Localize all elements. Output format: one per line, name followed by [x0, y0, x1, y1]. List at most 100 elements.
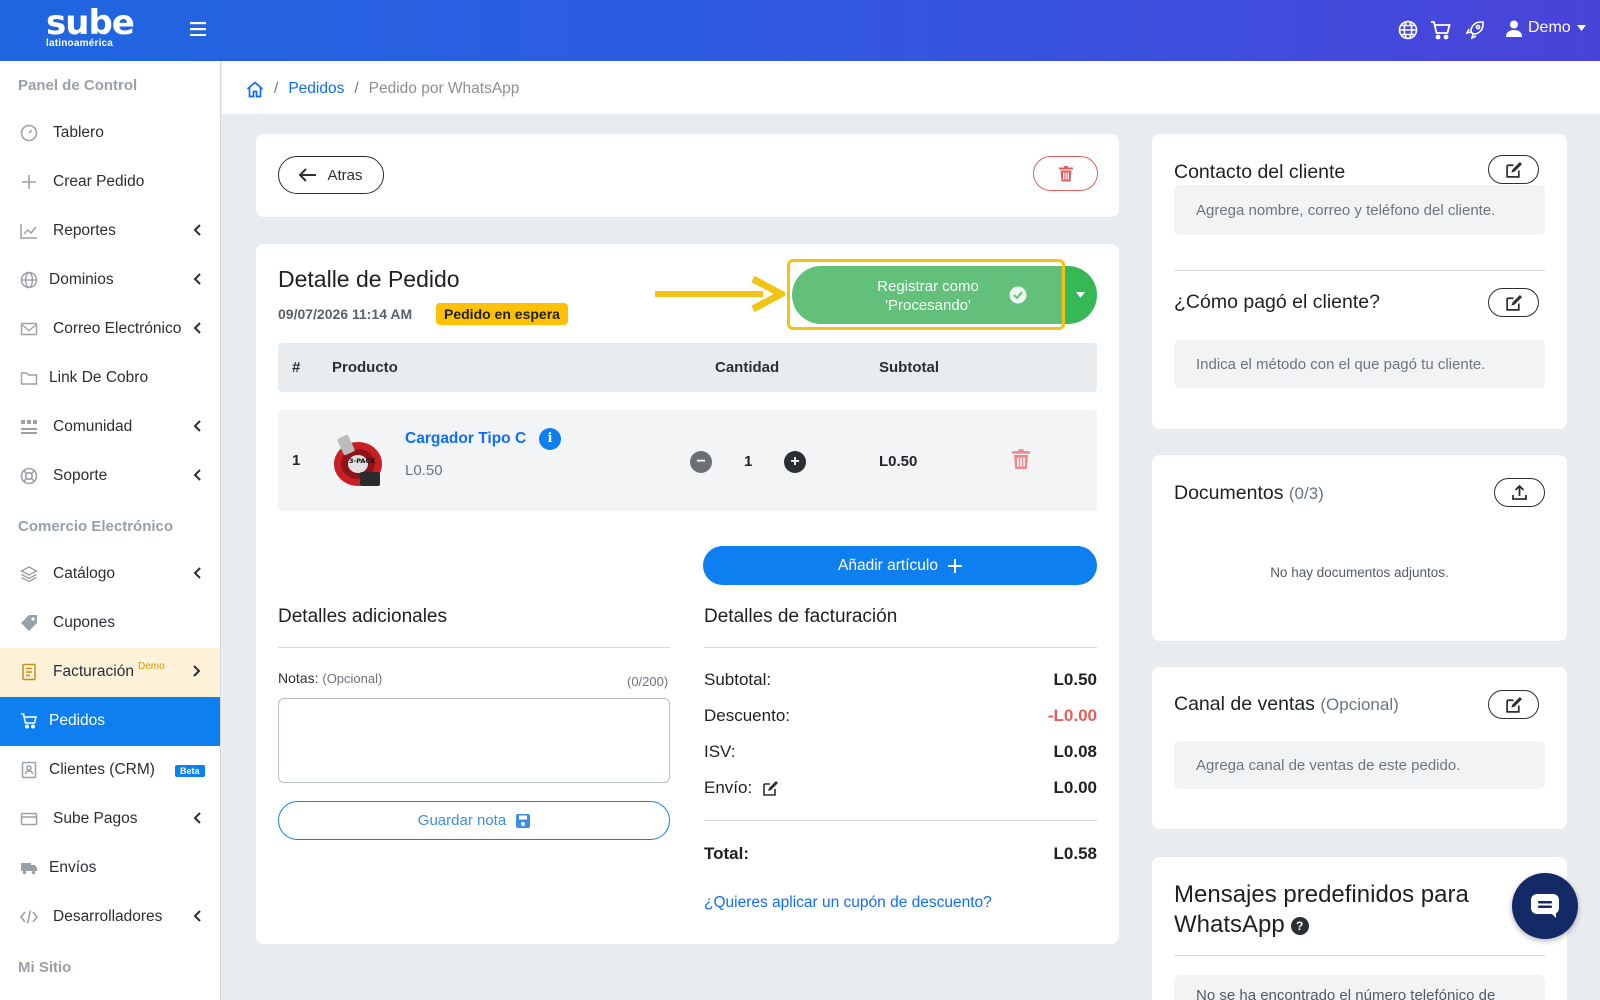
channel-title: Canal de ventas (Opcional)	[1174, 693, 1399, 716]
notes-label-text: Notas:	[278, 670, 319, 686]
globe-icon[interactable]	[1398, 20, 1418, 40]
channel-placeholder-box[interactable]: Agrega canal de ventas de este pedido.	[1174, 741, 1545, 789]
back-button[interactable]: Atras	[278, 156, 384, 194]
divider	[278, 647, 670, 648]
order-date: 09/07/2026 11:14 AM	[278, 306, 413, 322]
sidebar-item-link-cobro[interactable]: Link De Cobro	[0, 354, 220, 403]
home-icon[interactable]	[246, 80, 264, 98]
apply-coupon-link[interactable]: ¿Quieres aplicar un cupón de descuento?	[704, 894, 992, 912]
edit-payment-button[interactable]	[1488, 288, 1539, 317]
whatsapp-title-line2-wrap: WhatsApp?	[1174, 910, 1469, 940]
discount-value: -L0.00	[1047, 706, 1097, 725]
sidebar-item-label: Soporte	[53, 467, 108, 484]
sidebar-item-label: Clientes (CRM)	[49, 761, 155, 778]
sidebar-item-pedidos[interactable]: Pedidos	[0, 697, 220, 746]
col-number: #	[292, 359, 301, 376]
sidebar-item-facturacion[interactable]: Facturación Demo	[0, 648, 220, 697]
sidebar-item-sube-pagos[interactable]: Sube Pagos	[0, 795, 220, 844]
floppy-disk-icon	[516, 813, 531, 828]
whatsapp-title: Mensajes predefinidos para WhatsApp?	[1174, 880, 1469, 940]
sidebar-section-ecommerce: Comercio Electrónico	[18, 518, 174, 535]
add-item-button[interactable]: Añadir artículo	[703, 546, 1097, 585]
divider	[1174, 955, 1545, 956]
menu-toggle-icon[interactable]	[190, 22, 206, 36]
contact-placeholder-box[interactable]: Agrega nombre, correo y teléfono del cli…	[1174, 185, 1545, 235]
sidebar-item-desarrolladores[interactable]: Desarrolladores	[0, 893, 220, 942]
shipping-value: L0.00	[1053, 778, 1097, 797]
col-subtotal: Subtotal	[879, 359, 939, 376]
chevron-left-icon	[193, 910, 201, 922]
breadcrumb-current: Pedido por WhatsApp	[368, 80, 520, 97]
save-note-button[interactable]: Guardar nota	[278, 801, 670, 840]
delete-order-button[interactable]	[1033, 156, 1098, 191]
documents-title-text: Documentos	[1174, 482, 1284, 504]
total-label: Total:	[704, 844, 750, 863]
sidebar-item-tablero[interactable]: Tablero	[0, 109, 220, 158]
chevron-left-icon	[193, 567, 201, 579]
subtotal-value: L0.50	[1053, 670, 1097, 689]
caret-down-icon	[1076, 292, 1085, 298]
increase-quantity-button[interactable]: +	[784, 451, 806, 473]
shipping-label: Envío:	[704, 778, 753, 797]
sidebar-item-correo[interactable]: Correo Electrónico	[0, 305, 220, 354]
sidebar-item-clientes[interactable]: Clientes (CRM) Beta	[0, 746, 220, 795]
sidebar-item-label: Reportes	[53, 222, 116, 239]
chevron-left-icon	[193, 322, 201, 334]
sidebar-item-comunidad[interactable]: Comunidad	[0, 403, 220, 452]
order-actions-card	[256, 134, 1119, 217]
help-icon[interactable]: ?	[1290, 916, 1309, 935]
remove-item-trash-icon[interactable]	[1012, 449, 1030, 470]
edit-icon	[1506, 696, 1522, 713]
edit-channel-button[interactable]	[1488, 690, 1539, 719]
envelope-icon	[20, 322, 38, 336]
tag-icon	[21, 615, 37, 631]
edit-shipping-icon[interactable]	[762, 781, 778, 796]
register-dropdown-toggle[interactable]	[1064, 266, 1097, 324]
notes-textarea[interactable]	[278, 698, 670, 783]
chat-support-button[interactable]	[1512, 873, 1578, 939]
col-product: Producto	[332, 359, 398, 376]
sidebar-item-envios[interactable]: Envíos	[0, 844, 220, 893]
sidebar-item-catalogo[interactable]: Catálogo	[0, 550, 220, 599]
subtotal-label: Subtotal:	[704, 670, 772, 689]
sidebar-item-crear-pedido[interactable]: Crear Pedido	[0, 158, 220, 207]
row-number: 1	[292, 452, 301, 469]
product-image[interactable]: 3-PACK	[330, 430, 386, 492]
breadcrumb-link-pedidos[interactable]: Pedidos	[288, 80, 344, 98]
quantity-value: 1	[744, 453, 753, 470]
user-icon	[1506, 20, 1522, 37]
sidebar-item-dominios[interactable]: Dominios	[0, 256, 220, 305]
code-icon	[20, 910, 38, 924]
breadcrumb: / Pedidos / Pedido por WhatsApp	[246, 80, 519, 98]
plus-icon	[947, 558, 962, 573]
divider	[704, 647, 1097, 648]
edit-contact-button[interactable]	[1488, 155, 1539, 184]
product-name-link[interactable]: Cargador Tipo C	[405, 430, 526, 448]
billing-title: Detalles de facturación	[704, 606, 898, 627]
info-icon[interactable]: i	[539, 428, 561, 450]
billing-total-row: Total: L0.58	[704, 844, 1097, 864]
divider	[704, 820, 1097, 821]
no-documents-text: No hay documentos adjuntos.	[1270, 565, 1449, 580]
sidebar-item-label: Envíos	[49, 859, 97, 876]
breadcrumb-separator: /	[274, 80, 279, 97]
store-cart-icon[interactable]	[1430, 20, 1452, 40]
payment-placeholder-box[interactable]: Indica el método con el que pagó tu clie…	[1174, 340, 1545, 388]
status-badge: Pedido en espera	[436, 303, 568, 325]
user-menu[interactable]: Demo	[1506, 19, 1586, 37]
sidebar-item-reportes[interactable]: Reportes	[0, 207, 220, 256]
documents-title: Documentos (0/3)	[1174, 482, 1324, 505]
decrease-quantity-button[interactable]: −	[690, 451, 712, 473]
add-item-label: Añadir artículo	[838, 556, 938, 574]
billing-subtotal-row: Subtotal: L0.50	[704, 670, 1097, 690]
rocket-icon[interactable]	[1465, 20, 1485, 40]
product-price: L0.50	[405, 462, 443, 479]
notes-optional: (Opcional)	[322, 671, 383, 686]
payment-title: ¿Cómo pagó el cliente?	[1174, 291, 1380, 313]
sidebar-item-soporte[interactable]: Soporte	[0, 452, 220, 501]
sidebar-item-cupones[interactable]: Cupones	[0, 599, 220, 648]
upload-document-button[interactable]	[1494, 478, 1545, 507]
brand-logo[interactable]: sube latinoamérica	[46, 6, 135, 49]
sidebar-item-label: Link De Cobro	[49, 369, 149, 386]
billing-shipping-row: Envío: L0.00	[704, 778, 1097, 798]
